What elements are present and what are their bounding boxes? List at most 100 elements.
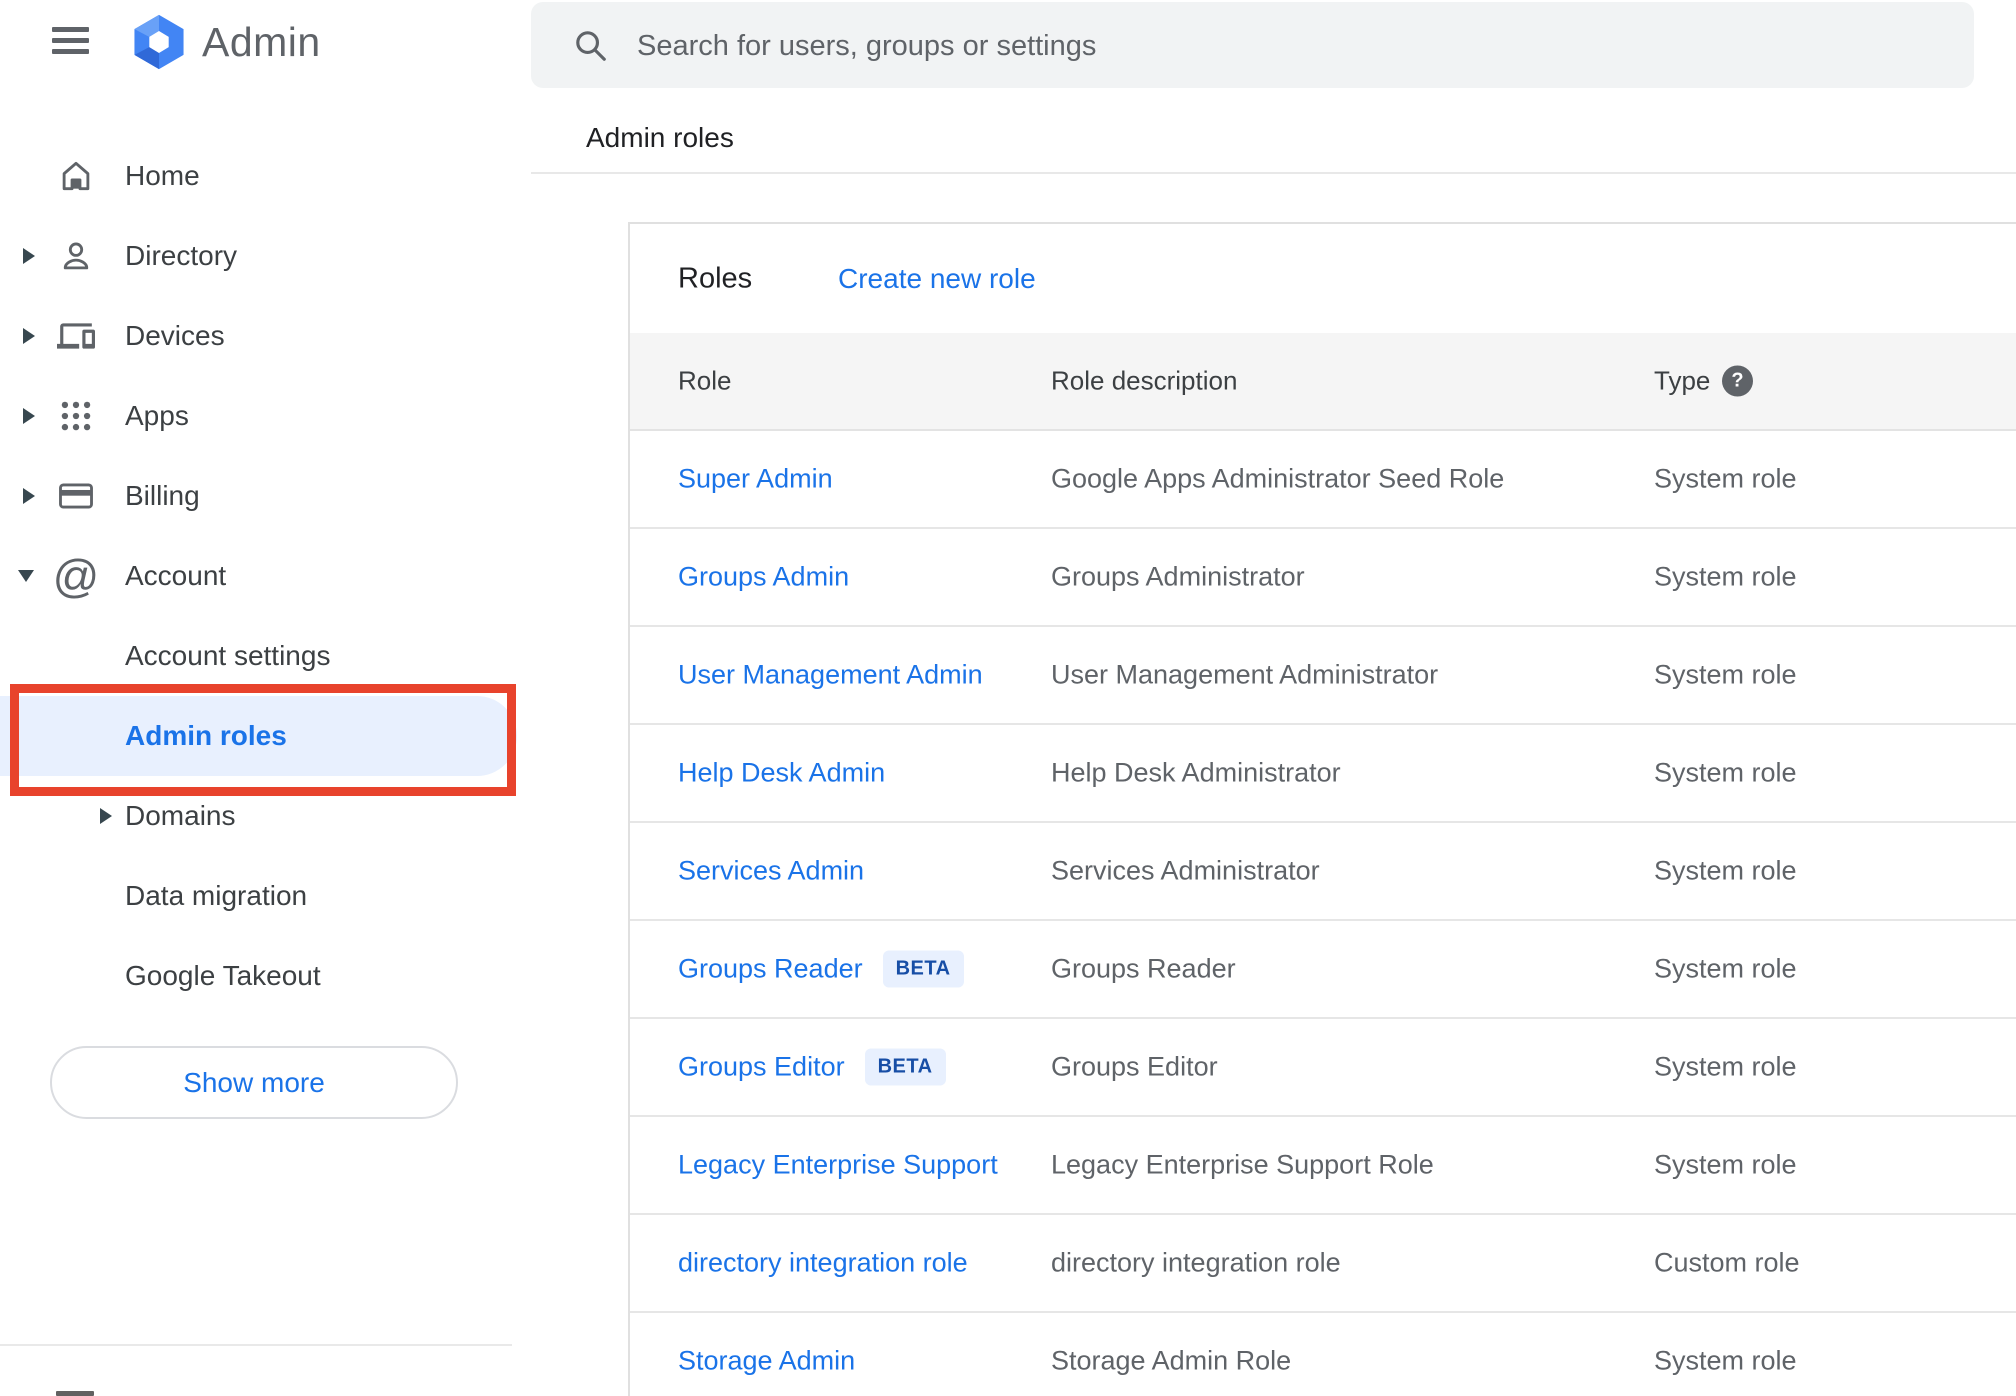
sidebar-item-data-migration[interactable]: Data migration: [0, 856, 522, 936]
role-link[interactable]: Groups Reader: [678, 954, 863, 985]
table-row: Legacy Enterprise Support Legacy Enterpr…: [630, 1117, 2016, 1215]
role-description-cell: Groups Editor: [1051, 1051, 1218, 1082]
role-type-cell: System role: [1654, 1149, 1797, 1180]
table-row: Storage Admin Storage Admin Role System …: [630, 1313, 2016, 1396]
role-description-cell: Help Desk Administrator: [1051, 757, 1341, 788]
header-divider: [531, 172, 2016, 174]
table-row: User Management Admin User Management Ad…: [630, 627, 2016, 725]
sidebar-nav: Home Directory Devices Apps Billing @ Ac…: [0, 136, 522, 1016]
table-header-row: Role Role description Type ?: [630, 333, 2016, 431]
sidebar-item-label: Data migration: [125, 880, 308, 911]
role-link[interactable]: Help Desk Admin: [678, 758, 885, 789]
sidebar-item-label: Domains: [125, 800, 236, 831]
role-type-cell: System role: [1654, 561, 1797, 592]
sidebar-item-label: Account: [125, 560, 227, 591]
app-title: Admin: [202, 19, 321, 65]
person-icon: [57, 237, 95, 275]
role-description-cell: directory integration role: [1051, 1247, 1341, 1278]
table-row: Groups Editor BETA Groups Editor System …: [630, 1019, 2016, 1117]
role-link[interactable]: Legacy Enterprise Support: [678, 1150, 998, 1181]
role-description-cell: Google Apps Administrator Seed Role: [1051, 463, 1505, 494]
sidebar-item-google-takeout[interactable]: Google Takeout: [0, 936, 522, 1016]
sidebar-item-account-settings[interactable]: Account settings: [0, 616, 522, 696]
role-description-cell: Storage Admin Role: [1051, 1345, 1292, 1376]
role-link[interactable]: Groups Admin: [678, 562, 849, 593]
role-type-cell: System role: [1654, 1345, 1797, 1376]
table-row: Super Admin Google Apps Administrator Se…: [630, 431, 2016, 529]
role-cell: Super Admin: [678, 464, 833, 495]
role-link[interactable]: directory integration role: [678, 1248, 968, 1279]
role-link[interactable]: Groups Editor: [678, 1052, 845, 1083]
beta-badge: BETA: [864, 1048, 946, 1086]
role-type-cell: System role: [1654, 659, 1797, 690]
chevron-right-icon: [23, 488, 35, 504]
create-new-role-link[interactable]: Create new role: [838, 263, 1036, 295]
roles-table-body: Super Admin Google Apps Administrator Se…: [630, 431, 2016, 1396]
sidebar-bottom-divider: [0, 1344, 512, 1346]
search-bar[interactable]: [531, 2, 1974, 90]
sidebar-item-admin-roles[interactable]: Admin roles: [0, 696, 517, 776]
beta-badge: BETA: [882, 950, 964, 988]
role-cell: Help Desk Admin: [678, 758, 885, 789]
table-row: Help Desk Admin Help Desk Administrator …: [630, 725, 2016, 823]
sidebar-item-home[interactable]: Home: [0, 136, 522, 216]
admin-logo-icon: [128, 13, 190, 71]
sidebar-item-label: Admin roles: [125, 720, 287, 751]
role-cell: User Management Admin: [678, 660, 983, 691]
role-link[interactable]: Super Admin: [678, 464, 833, 495]
sidebar-item-label: Home: [125, 160, 200, 191]
column-header-type: Type: [1654, 365, 1711, 396]
chevron-right-icon: [23, 408, 35, 424]
sidebar-item-label: Billing: [125, 480, 200, 511]
role-description-cell: User Management Administrator: [1051, 659, 1439, 690]
role-description-cell: Services Administrator: [1051, 855, 1320, 886]
panel-title: Roles: [678, 262, 753, 294]
help-icon[interactable]: ?: [1722, 365, 1753, 397]
role-link[interactable]: User Management Admin: [678, 660, 983, 691]
roles-panel: Roles Create new role Role Role descript…: [628, 222, 2016, 1396]
at-icon: @: [52, 550, 100, 602]
devices-icon: [57, 317, 95, 355]
role-cell: Legacy Enterprise Support: [678, 1150, 998, 1181]
sidebar-item-apps[interactable]: Apps: [0, 376, 522, 456]
chevron-right-icon: [23, 248, 35, 264]
column-header-role: Role: [678, 365, 732, 396]
role-type-cell: System role: [1654, 1051, 1797, 1082]
role-link[interactable]: Services Admin: [678, 856, 864, 887]
role-cell: directory integration role: [678, 1248, 968, 1279]
table-row: Groups Reader BETA Groups Reader System …: [630, 921, 2016, 1019]
role-description-cell: Groups Administrator: [1051, 561, 1305, 592]
sidebar-item-label: Google Takeout: [125, 960, 321, 991]
sidebar-item-label: Directory: [125, 240, 238, 271]
sidebar-item-label: Devices: [125, 320, 225, 351]
role-cell: Services Admin: [678, 856, 864, 887]
sidebar-item-billing[interactable]: Billing: [0, 456, 522, 536]
role-link[interactable]: Storage Admin: [678, 1346, 855, 1377]
role-cell: Groups Editor BETA: [678, 1048, 946, 1086]
table-row: Groups Admin Groups Administrator System…: [630, 529, 2016, 627]
search-input[interactable]: [635, 2, 1939, 90]
show-more-button[interactable]: Show more: [50, 1046, 458, 1119]
google-admin-console: { "app": { "name": "Admin" }, "search": …: [0, 0, 2016, 1396]
chevron-right-icon: [100, 808, 112, 824]
clipped-sidebar-icon: [56, 1391, 94, 1396]
chevron-right-icon: [23, 328, 35, 344]
menu-hamburger-icon[interactable]: [52, 27, 89, 54]
sidebar-item-domains[interactable]: Domains: [0, 776, 522, 856]
role-type-cell: Custom role: [1654, 1247, 1800, 1278]
sidebar-item-directory[interactable]: Directory: [0, 216, 522, 296]
search-icon: [576, 31, 606, 61]
table-row: directory integration role directory int…: [630, 1215, 2016, 1313]
sidebar-item-label: Apps: [125, 400, 189, 431]
apps-icon: [57, 397, 95, 435]
role-type-cell: System role: [1654, 855, 1797, 886]
role-description-cell: Legacy Enterprise Support Role: [1051, 1149, 1434, 1180]
role-type-cell: System role: [1654, 757, 1797, 788]
home-icon: [57, 157, 95, 195]
sidebar-item-account[interactable]: @ Account: [0, 536, 522, 616]
column-header-role-description: Role description: [1051, 365, 1238, 396]
table-row: Services Admin Services Administrator Sy…: [630, 823, 2016, 921]
sidebar: Admin Home Directory Devices Apps Billin…: [0, 0, 522, 1396]
role-cell: Storage Admin: [678, 1346, 855, 1377]
sidebar-item-devices[interactable]: Devices: [0, 296, 522, 376]
